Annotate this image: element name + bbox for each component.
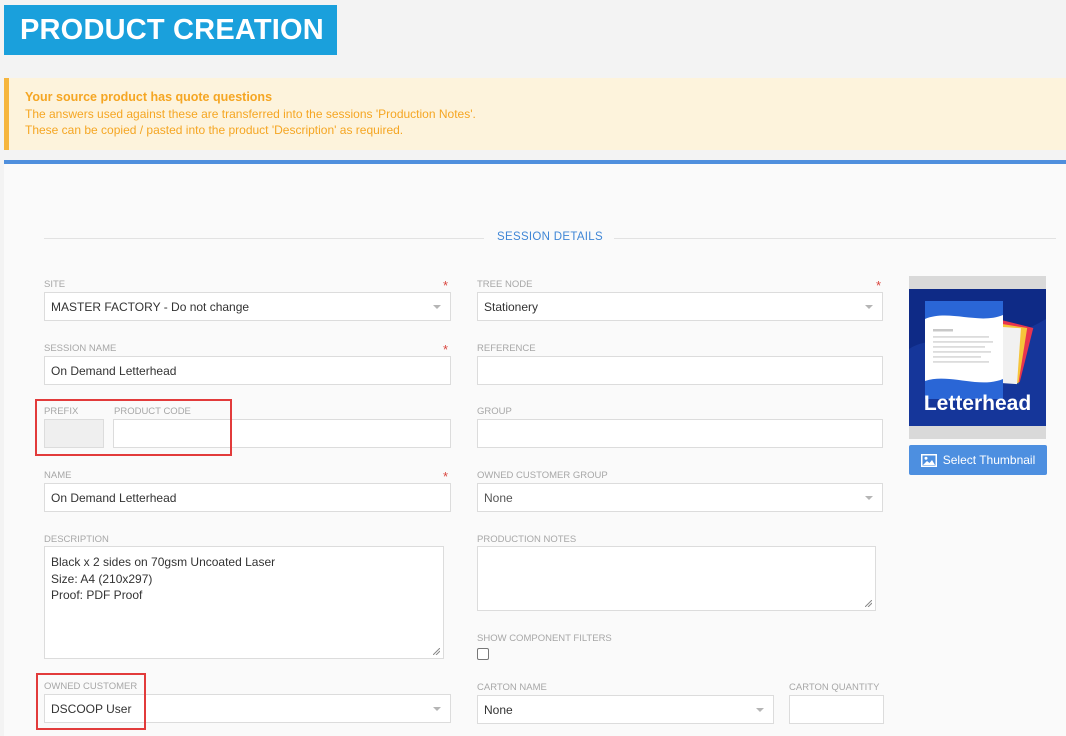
carton-name-value: None — [484, 702, 513, 717]
group-label: GROUP — [477, 406, 512, 417]
prefix-product-code-highlight — [35, 399, 232, 456]
chevron-down-icon — [433, 304, 441, 309]
tree-node-label: TREE NODE — [477, 279, 533, 290]
tree-node-required-marker: * — [876, 278, 882, 293]
owned-customer-highlight — [36, 673, 146, 730]
session-name-required-marker: * — [443, 342, 449, 357]
show-component-filters-checkbox[interactable] — [477, 648, 489, 660]
description-label: DESCRIPTION — [44, 534, 109, 545]
select-thumbnail-button[interactable]: Select Thumbnail — [909, 445, 1047, 475]
site-value: MASTER FACTORY - Do not change — [51, 299, 250, 314]
description-line: Black x 2 sides on 70gsm Uncoated Laser — [51, 555, 276, 569]
name-required-marker: * — [443, 469, 449, 484]
owned-customer-group-label: OWNED CUSTOMER GROUP — [477, 470, 608, 481]
alert-title: Your source product has quote questions — [25, 90, 273, 104]
section-divider-left — [44, 238, 484, 239]
name-input[interactable]: On Demand Letterhead — [44, 483, 451, 512]
carton-quantity-input[interactable] — [789, 695, 884, 724]
resize-grip-icon[interactable] — [433, 648, 440, 655]
tree-node-value: Stationery — [484, 299, 539, 314]
chevron-down-icon — [865, 304, 873, 309]
page-title: PRODUCT CREATION — [20, 13, 324, 46]
session-name-value: On Demand Letterhead — [51, 363, 177, 378]
name-label: NAME — [44, 470, 72, 481]
owned-customer-group-select[interactable]: None — [477, 483, 883, 512]
select-thumbnail-label: Select Thumbnail — [942, 453, 1036, 467]
alert-line-1: The answers used against these are trans… — [25, 106, 476, 121]
session-name-input[interactable]: On Demand Letterhead — [44, 356, 451, 385]
chevron-down-icon — [756, 707, 764, 712]
carton-name-select[interactable]: None — [477, 695, 774, 724]
production-notes-textarea[interactable] — [477, 546, 876, 611]
name-value: On Demand Letterhead — [51, 490, 177, 505]
session-name-label: SESSION NAME — [44, 343, 117, 354]
reference-input[interactable] — [477, 356, 883, 385]
resize-grip-icon[interactable] — [865, 600, 872, 607]
page-title-banner: PRODUCT CREATION — [4, 5, 337, 55]
quote-questions-alert: Your source product has quote questions … — [4, 78, 1066, 150]
description-line: Size: A4 (210x297) — [51, 571, 153, 586]
site-select[interactable]: MASTER FACTORY - Do not change — [44, 292, 451, 321]
thumbnail-image: Letterhead — [909, 289, 1046, 426]
thumbnail-caption: Letterhead — [923, 392, 1032, 415]
owned-customer-group-value: None — [484, 490, 513, 505]
chevron-down-icon — [433, 706, 441, 711]
image-icon — [920, 453, 937, 467]
product-thumbnail: Letterhead — [909, 276, 1046, 439]
reference-label: REFERENCE — [477, 343, 536, 354]
section-title: SESSION DETAILS — [497, 231, 603, 243]
section-divider-right — [614, 238, 1056, 239]
chevron-down-icon — [865, 495, 873, 500]
production-notes-label: PRODUCTION NOTES — [477, 534, 577, 545]
site-required-marker: * — [443, 278, 449, 293]
alert-line-2: These can be copied / pasted into the pr… — [25, 123, 404, 137]
site-label: SITE — [44, 279, 66, 290]
carton-quantity-label: CARTON QUANTITY — [789, 682, 880, 693]
show-component-filters-label: SHOW COMPONENT FILTERS — [477, 633, 612, 644]
description-line: Proof: PDF Proof — [51, 588, 143, 602]
tree-node-select[interactable]: Stationery — [477, 292, 883, 321]
description-textarea[interactable]: Black x 2 sides on 70gsm Uncoated Laser … — [44, 546, 444, 659]
group-input[interactable] — [477, 419, 883, 448]
carton-name-label: CARTON NAME — [477, 682, 547, 693]
